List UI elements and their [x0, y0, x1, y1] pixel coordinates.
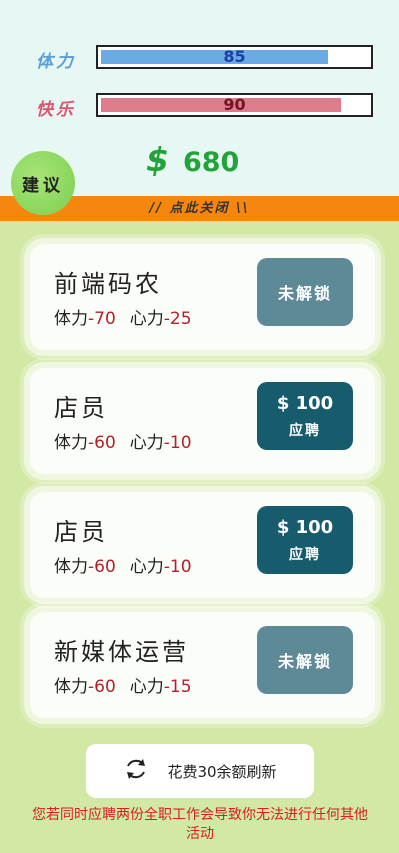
job-cost: 体力-70 心力-25 — [54, 304, 192, 329]
mind-cost-label: 心力 — [129, 557, 164, 577]
mind-cost: -25 — [163, 309, 192, 329]
stamina-value: 85 — [223, 47, 246, 66]
job-cost: 体力-60 心力-15 — [54, 672, 192, 697]
job-cost: 体力-60 心力-10 — [54, 428, 192, 453]
happiness-value: 90 — [223, 95, 246, 114]
stamina-cost-label: 体力 — [54, 557, 88, 577]
stamina-cost: -60 — [88, 677, 116, 697]
mind-cost: -10 — [163, 433, 192, 453]
job-price: $ 100 — [276, 516, 334, 538]
stamina-cost-label: 体力 — [54, 677, 88, 697]
job-title: 店员 — [54, 394, 108, 422]
advice-button[interactable]: 建议 — [11, 151, 75, 215]
job-price: $ 100 — [276, 392, 334, 414]
refresh-icon — [123, 756, 149, 786]
apply-button[interactable]: $ 100 应聘 — [257, 506, 353, 574]
job-title: 前端码农 — [54, 270, 162, 298]
mind-cost: -10 — [163, 557, 192, 577]
apply-label: 应聘 — [289, 422, 321, 439]
stamina-row: 体力 85 — [0, 45, 399, 73]
stamina-bar: 85 — [96, 45, 373, 69]
stamina-cost: -60 — [88, 433, 116, 453]
job-card: 店员 体力-60 心力-10 $ 100 应聘 — [30, 492, 375, 598]
job-card: 新媒体运营 体力-60 心力-15 未解锁 — [30, 612, 375, 718]
stamina-cost: -60 — [88, 557, 116, 577]
mind-cost-label: 心力 — [129, 309, 164, 329]
job-cost: 体力-60 心力-10 — [54, 552, 192, 577]
job-card: 前端码农 体力-70 心力-25 未解锁 — [30, 244, 375, 350]
locked-button[interactable]: 未解锁 — [257, 626, 353, 694]
apply-label: 应聘 — [289, 546, 321, 563]
refresh-label: 花费30余额刷新 — [167, 762, 277, 781]
stamina-cost-label: 体力 — [54, 433, 88, 453]
warning-text: 您若同时应聘两份全职工作会导致你无法进行任何其他活动 — [32, 807, 368, 842]
mind-cost-label: 心力 — [129, 677, 164, 697]
happiness-label: 快乐 — [36, 100, 76, 120]
dollar-icon: $ — [146, 140, 169, 179]
happiness-bar: 90 — [96, 93, 373, 117]
money-display: $680 — [146, 140, 239, 179]
refresh-button[interactable]: 花费30余额刷新 — [86, 744, 314, 798]
stamina-cost-label: 体力 — [54, 309, 88, 329]
mind-cost-label: 心力 — [129, 433, 164, 453]
mind-cost: -15 — [163, 677, 192, 697]
stamina-cost: -70 — [88, 309, 116, 329]
job-card: 店员 体力-60 心力-10 $ 100 应聘 — [30, 368, 375, 474]
locked-button[interactable]: 未解锁 — [257, 258, 353, 326]
stamina-label: 体力 — [36, 52, 76, 72]
job-title: 店员 — [54, 518, 108, 546]
happiness-row: 快乐 90 — [0, 93, 399, 121]
money-amount: 680 — [182, 147, 240, 178]
apply-button[interactable]: $ 100 应聘 — [257, 382, 353, 450]
job-title: 新媒体运营 — [54, 638, 189, 666]
